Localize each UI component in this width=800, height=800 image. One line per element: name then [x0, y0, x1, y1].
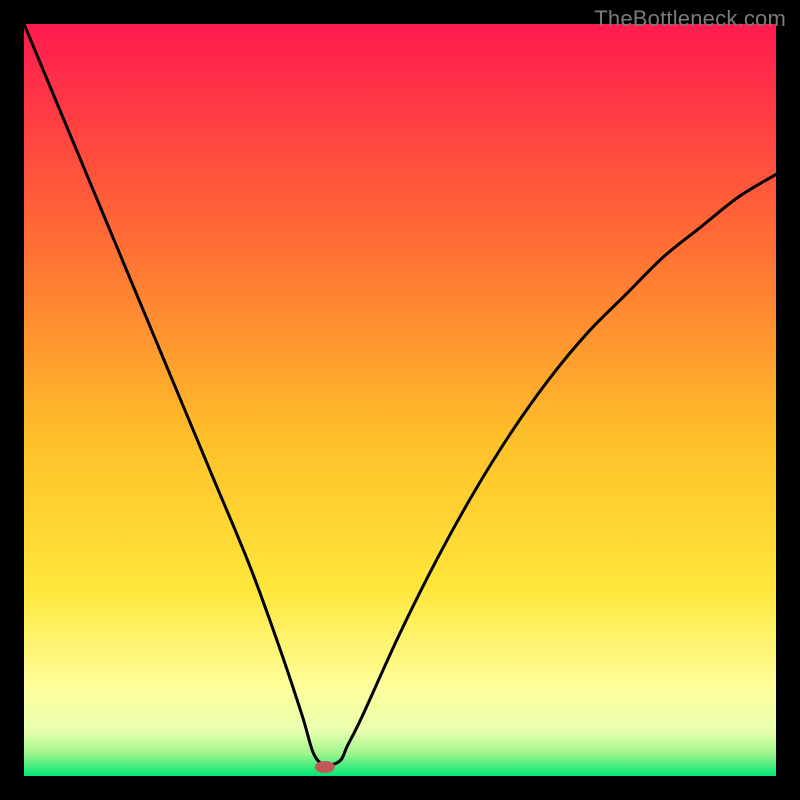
plot-area [24, 24, 776, 776]
optimum-marker [315, 761, 335, 773]
watermark-text: TheBottleneck.com [594, 6, 786, 32]
gradient-background [24, 24, 776, 776]
chart-frame: TheBottleneck.com [0, 0, 800, 800]
chart-svg [24, 24, 776, 776]
